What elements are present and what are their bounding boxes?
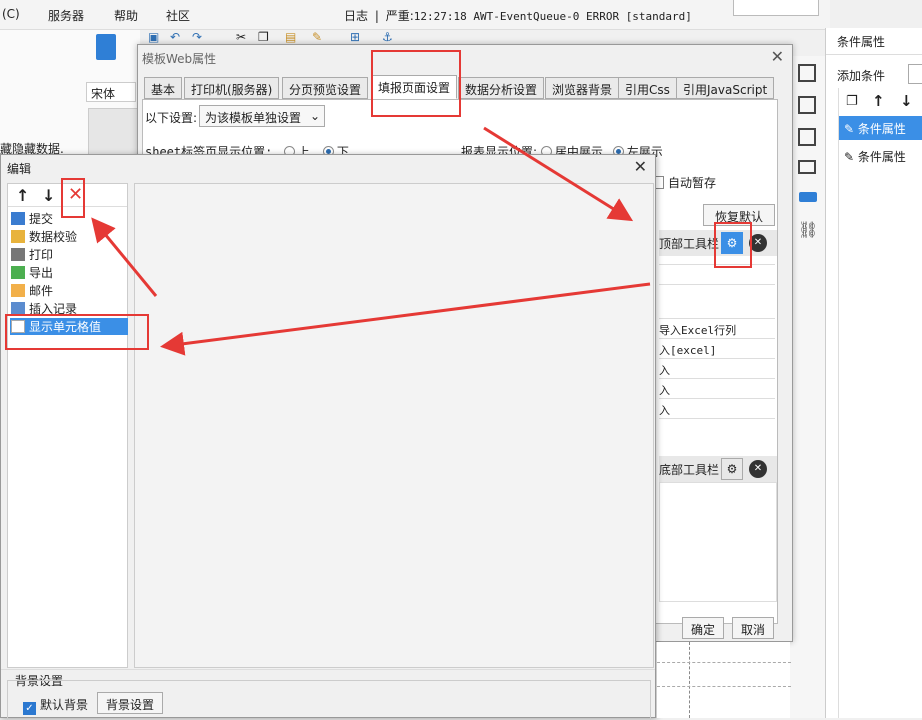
arrow-to-delete <box>91 217 158 297</box>
arrow-to-item <box>160 282 651 356</box>
arrow-to-gear <box>483 126 634 222</box>
annotation-arrows <box>91 126 651 356</box>
